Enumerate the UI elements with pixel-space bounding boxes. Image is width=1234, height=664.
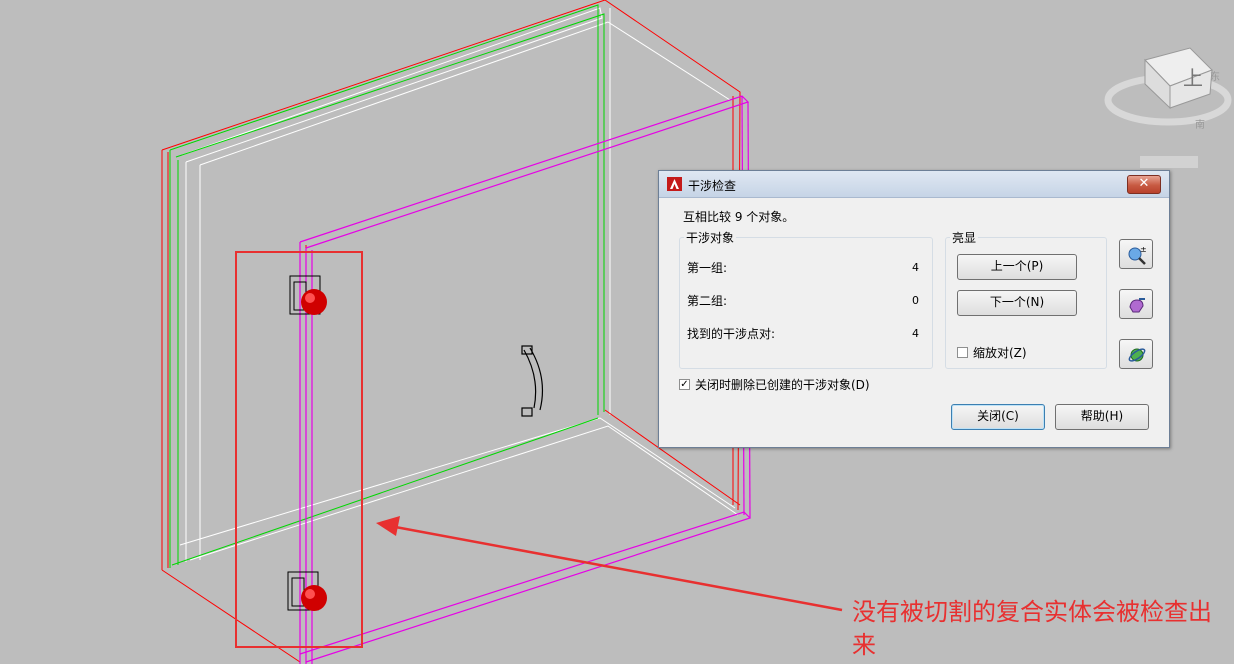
previous-button[interactable]: 上一个(P): [957, 254, 1077, 280]
zoom-pair-label: 缩放对(Z): [973, 346, 1027, 360]
interfering-pairs-count: 4: [912, 327, 919, 340]
compare-summary: 互相比较 9 个对象。: [683, 210, 795, 224]
interfering-pairs-label: 找到的干涉点对:: [687, 327, 776, 341]
autocad-app-icon: [667, 177, 682, 191]
annotation-text: 没有被切割的复合实体会被检查出来: [852, 598, 1212, 659]
next-button[interactable]: 下一个(N): [957, 290, 1077, 316]
annotation-arrow: [376, 516, 843, 612]
first-set-label: 第一组:: [687, 261, 728, 275]
svg-text:±: ±: [1140, 245, 1147, 254]
dialog-title: 干涉检查: [688, 179, 737, 193]
close-button[interactable]: 关闭(C): [951, 404, 1045, 430]
highlight-box: [235, 251, 363, 648]
second-set-count: 0: [912, 294, 919, 307]
pan-button[interactable]: [1119, 289, 1153, 319]
hinge-top: [289, 275, 327, 315]
zoom-realtime-button[interactable]: ±: [1119, 239, 1153, 269]
first-set-count: 4: [912, 261, 919, 274]
zoom-realtime-icon: ±: [1128, 245, 1147, 265]
interference-check-dialog: 干涉检查 ✕ 互相比较 9 个对象。 干涉对象 第一组: 4 第二组: 0 找到…: [658, 170, 1170, 448]
interfere-objects-legend: 干涉对象: [686, 231, 735, 245]
close-icon[interactable]: ✕: [1127, 175, 1161, 194]
pan-icon: [1129, 298, 1145, 313]
highlight-legend: 亮显: [952, 231, 977, 245]
orbit-icon: [1128, 348, 1146, 362]
viewcube-face-label: 上: [1183, 66, 1203, 90]
door-handle: [521, 345, 544, 417]
second-set-label: 第二组:: [687, 294, 728, 308]
zoom-pair-checkbox[interactable]: [957, 347, 968, 358]
orbit-button[interactable]: [1119, 339, 1153, 369]
delete-on-close-label: 关闭时删除已创建的干涉对象(D): [695, 378, 870, 392]
compass-east-label: 东: [1210, 70, 1220, 83]
dialog-titlebar[interactable]: 干涉检查 ✕: [659, 171, 1169, 198]
back-panel-edges: [179, 7, 739, 562]
compass-south-label: 南: [1195, 118, 1205, 131]
viewcube[interactable]: 上 南 东: [1104, 47, 1232, 168]
outer-box-edges: [161, 0, 741, 663]
delete-on-close-checkbox[interactable]: ✓: [679, 379, 690, 390]
help-button[interactable]: 帮助(H): [1055, 404, 1149, 430]
hinge-bottom: [287, 571, 327, 611]
